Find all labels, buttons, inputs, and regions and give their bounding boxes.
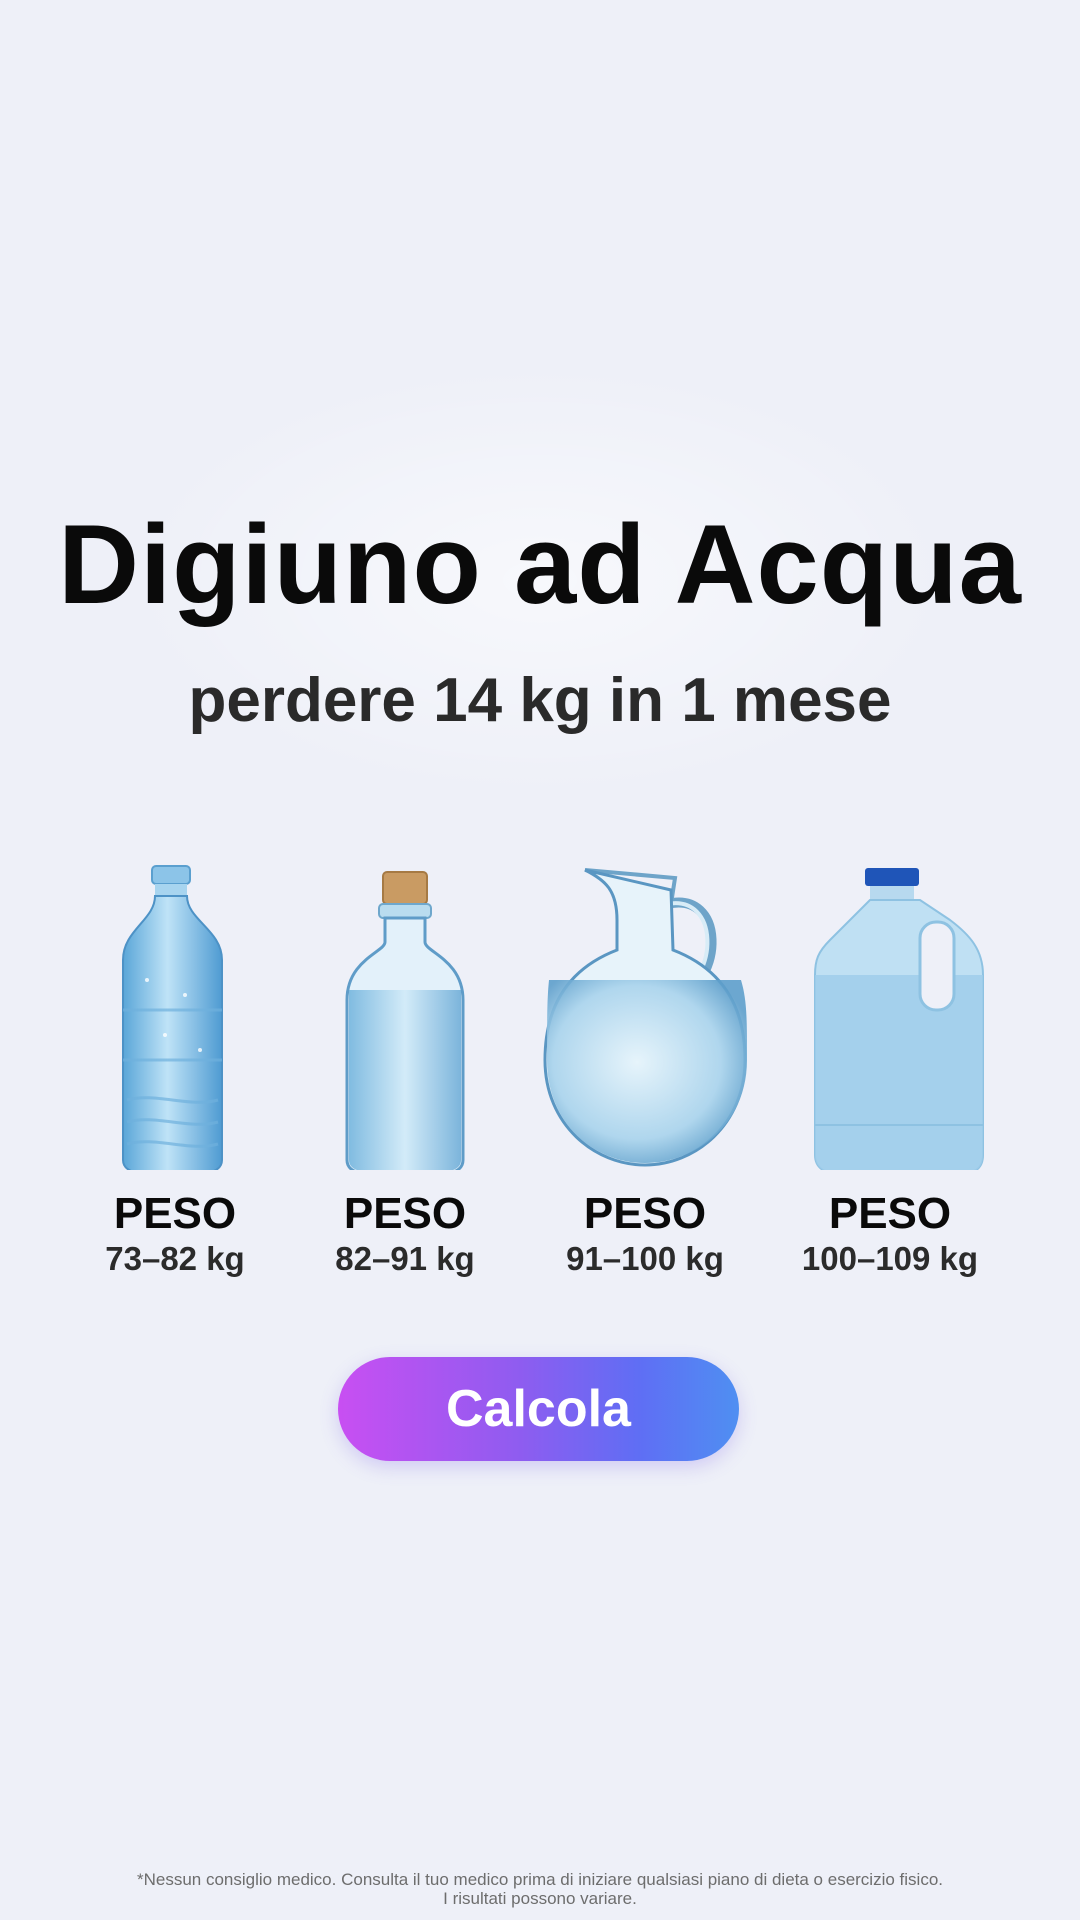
weight-options: PESO 73–82 kg PESO 82–91 kg PESO 91–100 … (55, 860, 1025, 1280)
cork-bottle-icon (345, 871, 465, 1170)
page-subtitle: perdere 14 kg in 1 mese (188, 666, 892, 735)
disclaimer: *Nessun consiglio medico. Consulta il tu… (0, 1870, 1080, 1908)
weight-option-4[interactable]: PESO 100–109 kg (770, 860, 1010, 1277)
pitcher-icon (543, 868, 747, 1167)
weight-option-2[interactable]: PESO 82–91 kg (285, 860, 525, 1277)
option-label: PESO (583, 1189, 707, 1238)
weight-option-1[interactable]: PESO 73–82 kg (55, 860, 295, 1277)
option-range: 73–82 kg (105, 1240, 245, 1277)
option-label: PESO (343, 1189, 467, 1238)
calculate-button[interactable]: Calcola (338, 1357, 739, 1461)
disclaimer-line-1: *Nessun consiglio medico. Consulta il tu… (136, 1870, 943, 1889)
option-range: 100–109 kg (801, 1240, 979, 1277)
option-label: PESO (828, 1189, 952, 1238)
option-range: 82–91 kg (335, 1240, 475, 1277)
disclaimer-line-2: I risultati possono variare. (443, 1889, 637, 1908)
page-title: Digiuno ad Acqua (58, 502, 1022, 627)
weight-option-3[interactable]: PESO 91–100 kg (525, 860, 765, 1277)
option-label: PESO (113, 1189, 237, 1238)
water-jug-icon (814, 868, 984, 1170)
option-range: 91–100 kg (566, 1240, 724, 1277)
water-bottle-icon (122, 865, 223, 1170)
